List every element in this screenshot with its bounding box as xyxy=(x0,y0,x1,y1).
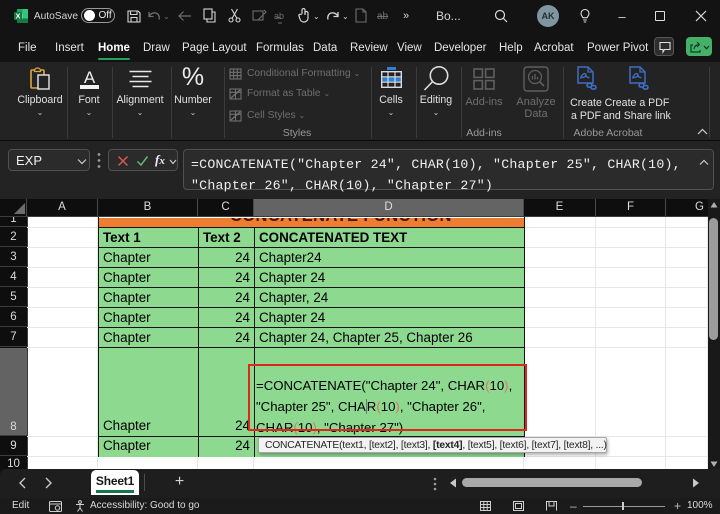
svg-text:X: X xyxy=(15,12,20,21)
svg-text:A: A xyxy=(84,68,96,87)
